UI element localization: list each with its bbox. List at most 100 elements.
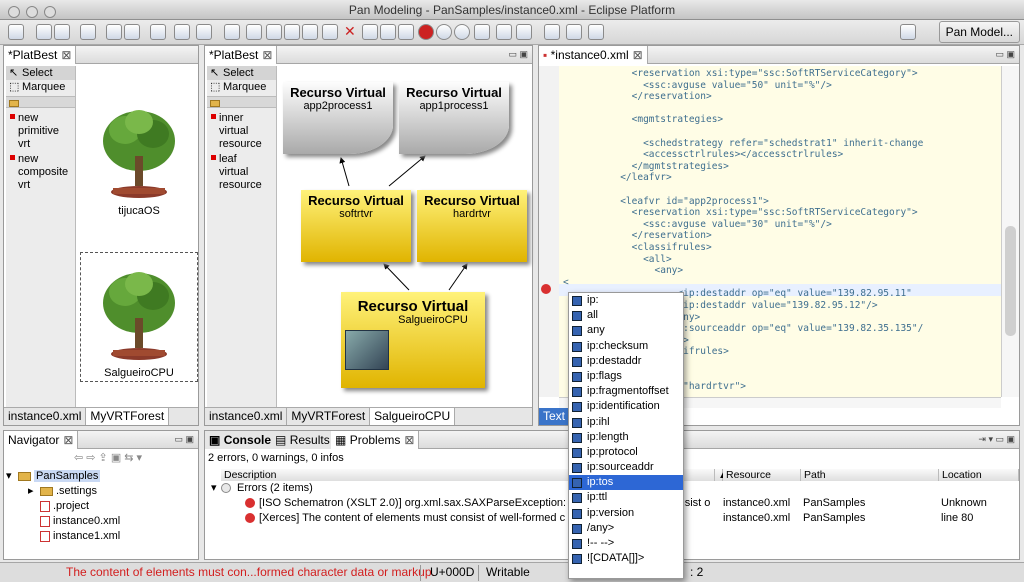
tree-icon[interactable] xyxy=(380,24,396,40)
close-icon[interactable]: ⊠ xyxy=(61,48,71,62)
tab-navigator[interactable]: Navigator ⊠ xyxy=(4,431,79,449)
expand-icon[interactable]: ▾ xyxy=(6,469,18,484)
code-line[interactable]: <classifrules> xyxy=(563,242,712,254)
code-line[interactable]: <ssc:avguse value="50" unit="%"/> xyxy=(563,80,832,92)
vr-node-app1process1[interactable]: Recurso Virtual app1process1 xyxy=(399,82,509,154)
copy-icon[interactable] xyxy=(124,24,140,40)
close-icon[interactable]: ⊠ xyxy=(262,48,272,62)
diagram-canvas-mid[interactable]: Recurso Virtual app2process1 Recurso Virt… xyxy=(279,66,532,407)
code-line[interactable]: <reservation xsi:type="ssc:SoftRTService… xyxy=(563,68,918,80)
content-assist-item[interactable]: any xyxy=(569,323,683,338)
content-assist-item[interactable]: ip:tos xyxy=(569,475,683,491)
table-icon[interactable] xyxy=(516,24,532,40)
checklist-icon[interactable] xyxy=(284,24,300,40)
vr-node-softrtvr[interactable]: Recurso Virtual softrtvr xyxy=(301,190,411,262)
content-assist-item[interactable]: ip:ihl xyxy=(569,415,683,430)
content-assist-item[interactable]: ip:sourceaddr xyxy=(569,460,683,475)
print-icon[interactable] xyxy=(54,24,70,40)
palette-item-new-primitive[interactable]: new primitive vrt xyxy=(6,110,68,151)
code-line[interactable]: <all> xyxy=(563,254,672,266)
collapse-icon[interactable]: ▸ xyxy=(28,484,40,499)
close-icon[interactable]: ⊠ xyxy=(63,433,73,447)
code-line[interactable]: </reservation> xyxy=(563,91,712,103)
palette-marquee-tool[interactable]: ⬚ Marquee xyxy=(6,80,75,94)
sort-up-icon[interactable]: ▲ xyxy=(715,469,728,481)
content-assist-item[interactable]: !-- --> xyxy=(569,536,683,551)
tab-results[interactable]: ▤ Results xyxy=(271,431,335,449)
vr-node-app2process1[interactable]: Recurso Virtual app2process1 xyxy=(283,82,393,154)
content-assist-item[interactable]: ip:fragmentoffset xyxy=(569,384,683,399)
validate-icon[interactable] xyxy=(224,24,240,40)
perspective-button[interactable]: Pan Model... xyxy=(938,21,1020,43)
navigator-toolbar[interactable]: ⇦ ⇨ ⇪ ▣ ⇆ ▾ xyxy=(74,451,142,464)
run-icon[interactable] xyxy=(418,24,434,40)
tab-platbest-left[interactable]: *PlatBest ⊠ xyxy=(4,46,77,64)
content-assist-item[interactable]: ip:version xyxy=(569,506,683,521)
vr-node-hardrtvr[interactable]: Recurso Virtual hardrtvr xyxy=(417,190,527,262)
source-text-tab[interactable]: Text xyxy=(539,408,569,425)
save-icon[interactable] xyxy=(36,24,52,40)
content-assist-item[interactable]: all xyxy=(569,308,683,323)
check-icon[interactable] xyxy=(246,24,262,40)
page-2-icon[interactable] xyxy=(566,24,582,40)
code-line[interactable]: </mgmtstrategies> xyxy=(563,161,729,173)
tree-node[interactable]: SalgueiroCPU xyxy=(94,258,184,379)
vertical-scrollbar[interactable] xyxy=(1001,66,1019,397)
transform-icon[interactable] xyxy=(362,24,378,40)
content-assist-item[interactable]: ip: xyxy=(569,293,683,308)
debug-icon[interactable] xyxy=(436,24,452,40)
palette-drawer-header[interactable] xyxy=(6,96,75,108)
column-header-location[interactable]: Location xyxy=(939,469,1019,481)
page-3-icon[interactable] xyxy=(588,24,604,40)
vr-node-salgueirocpu[interactable]: Recurso Virtual SalgueiroCPU xyxy=(341,292,485,388)
code-line[interactable]: <schedstrategy refer="schedstrat1" inher… xyxy=(563,138,923,150)
minimize-maximize-icon[interactable]: ▭ ▣ xyxy=(995,49,1015,60)
close-window-icon[interactable] xyxy=(8,6,20,18)
tree-item-settings[interactable]: ▸ .settings xyxy=(6,484,196,499)
column-header-path[interactable]: Path xyxy=(801,469,939,481)
back-icon[interactable] xyxy=(150,24,166,40)
palette-item-inner-vr[interactable]: inner virtual resource xyxy=(207,110,269,151)
checklist-3-icon[interactable] xyxy=(322,24,338,40)
page-icon[interactable] xyxy=(544,24,560,40)
tab-problems[interactable]: ▦ Problems ⊠ xyxy=(331,431,420,449)
tree-node[interactable]: tijucaOS xyxy=(94,96,184,217)
palette-drawer-header[interactable] xyxy=(207,96,276,108)
content-assist-item[interactable]: ip:length xyxy=(569,430,683,445)
error-marker-icon[interactable] xyxy=(541,284,551,294)
minimize-maximize-icon[interactable]: ▭ ▣ xyxy=(508,49,528,60)
tree-item-instance0[interactable]: instance0.xml xyxy=(6,514,196,529)
palette-select-tool[interactable]: ↖ Select xyxy=(207,66,276,80)
tab-platbest-mid[interactable]: *PlatBest ⊠ xyxy=(205,46,278,64)
page-tab-instance0[interactable]: instance0.xml xyxy=(205,408,288,425)
content-assist-item[interactable]: ip:identification xyxy=(569,399,683,414)
checklist-2-icon[interactable] xyxy=(302,24,318,40)
content-assist-item[interactable]: ![CDATA[]]> xyxy=(569,551,683,566)
grid-2-icon[interactable] xyxy=(496,24,512,40)
content-assist-item[interactable]: /any> xyxy=(569,521,683,536)
column-header-resource[interactable]: Resource xyxy=(723,469,801,481)
tree-item-pansamples[interactable]: ▾ PanSamples xyxy=(6,469,196,484)
diagram-canvas-left[interactable]: tijucaOS SalgueiroCPU xyxy=(78,66,198,407)
palette-marquee-tool[interactable]: ⬚ Marquee xyxy=(207,80,276,94)
grid-icon[interactable] xyxy=(474,24,490,40)
code-line[interactable]: <ssc:avguse value="30" unit="%"/> xyxy=(563,219,832,231)
close-icon[interactable]: ⊠ xyxy=(404,433,414,447)
palette-select-tool[interactable]: ↖ Select xyxy=(6,66,75,80)
scroll-thumb[interactable] xyxy=(1005,226,1016,336)
graph-icon[interactable] xyxy=(398,24,414,40)
code-line[interactable]: <accessctrlrules></accessctrlrules> xyxy=(563,149,843,161)
zoom-window-icon[interactable] xyxy=(44,6,56,18)
minimize-maximize-icon[interactable]: ▭ ▣ xyxy=(174,434,194,445)
code-line[interactable]: <any> xyxy=(563,265,684,277)
content-assist-popup[interactable]: ip: all any ip:checksum ip:destaddr ip:flags i… xyxy=(568,292,684,579)
code-line[interactable]: </leafvr> xyxy=(563,172,671,184)
close-icon[interactable]: ⊠ xyxy=(633,48,643,62)
page-tab-salgueirocpu[interactable]: SalgueiroCPU xyxy=(370,408,456,425)
tab-console[interactable]: ▣ Console xyxy=(205,431,277,449)
palette-item-new-composite[interactable]: new composite vrt xyxy=(6,151,68,192)
content-assist-item[interactable]: ip:ttl xyxy=(569,490,683,505)
tree-item-project[interactable]: .project xyxy=(6,499,196,514)
code-line[interactable]: < xyxy=(563,277,569,289)
code-line[interactable]: </reservation> xyxy=(563,230,712,242)
